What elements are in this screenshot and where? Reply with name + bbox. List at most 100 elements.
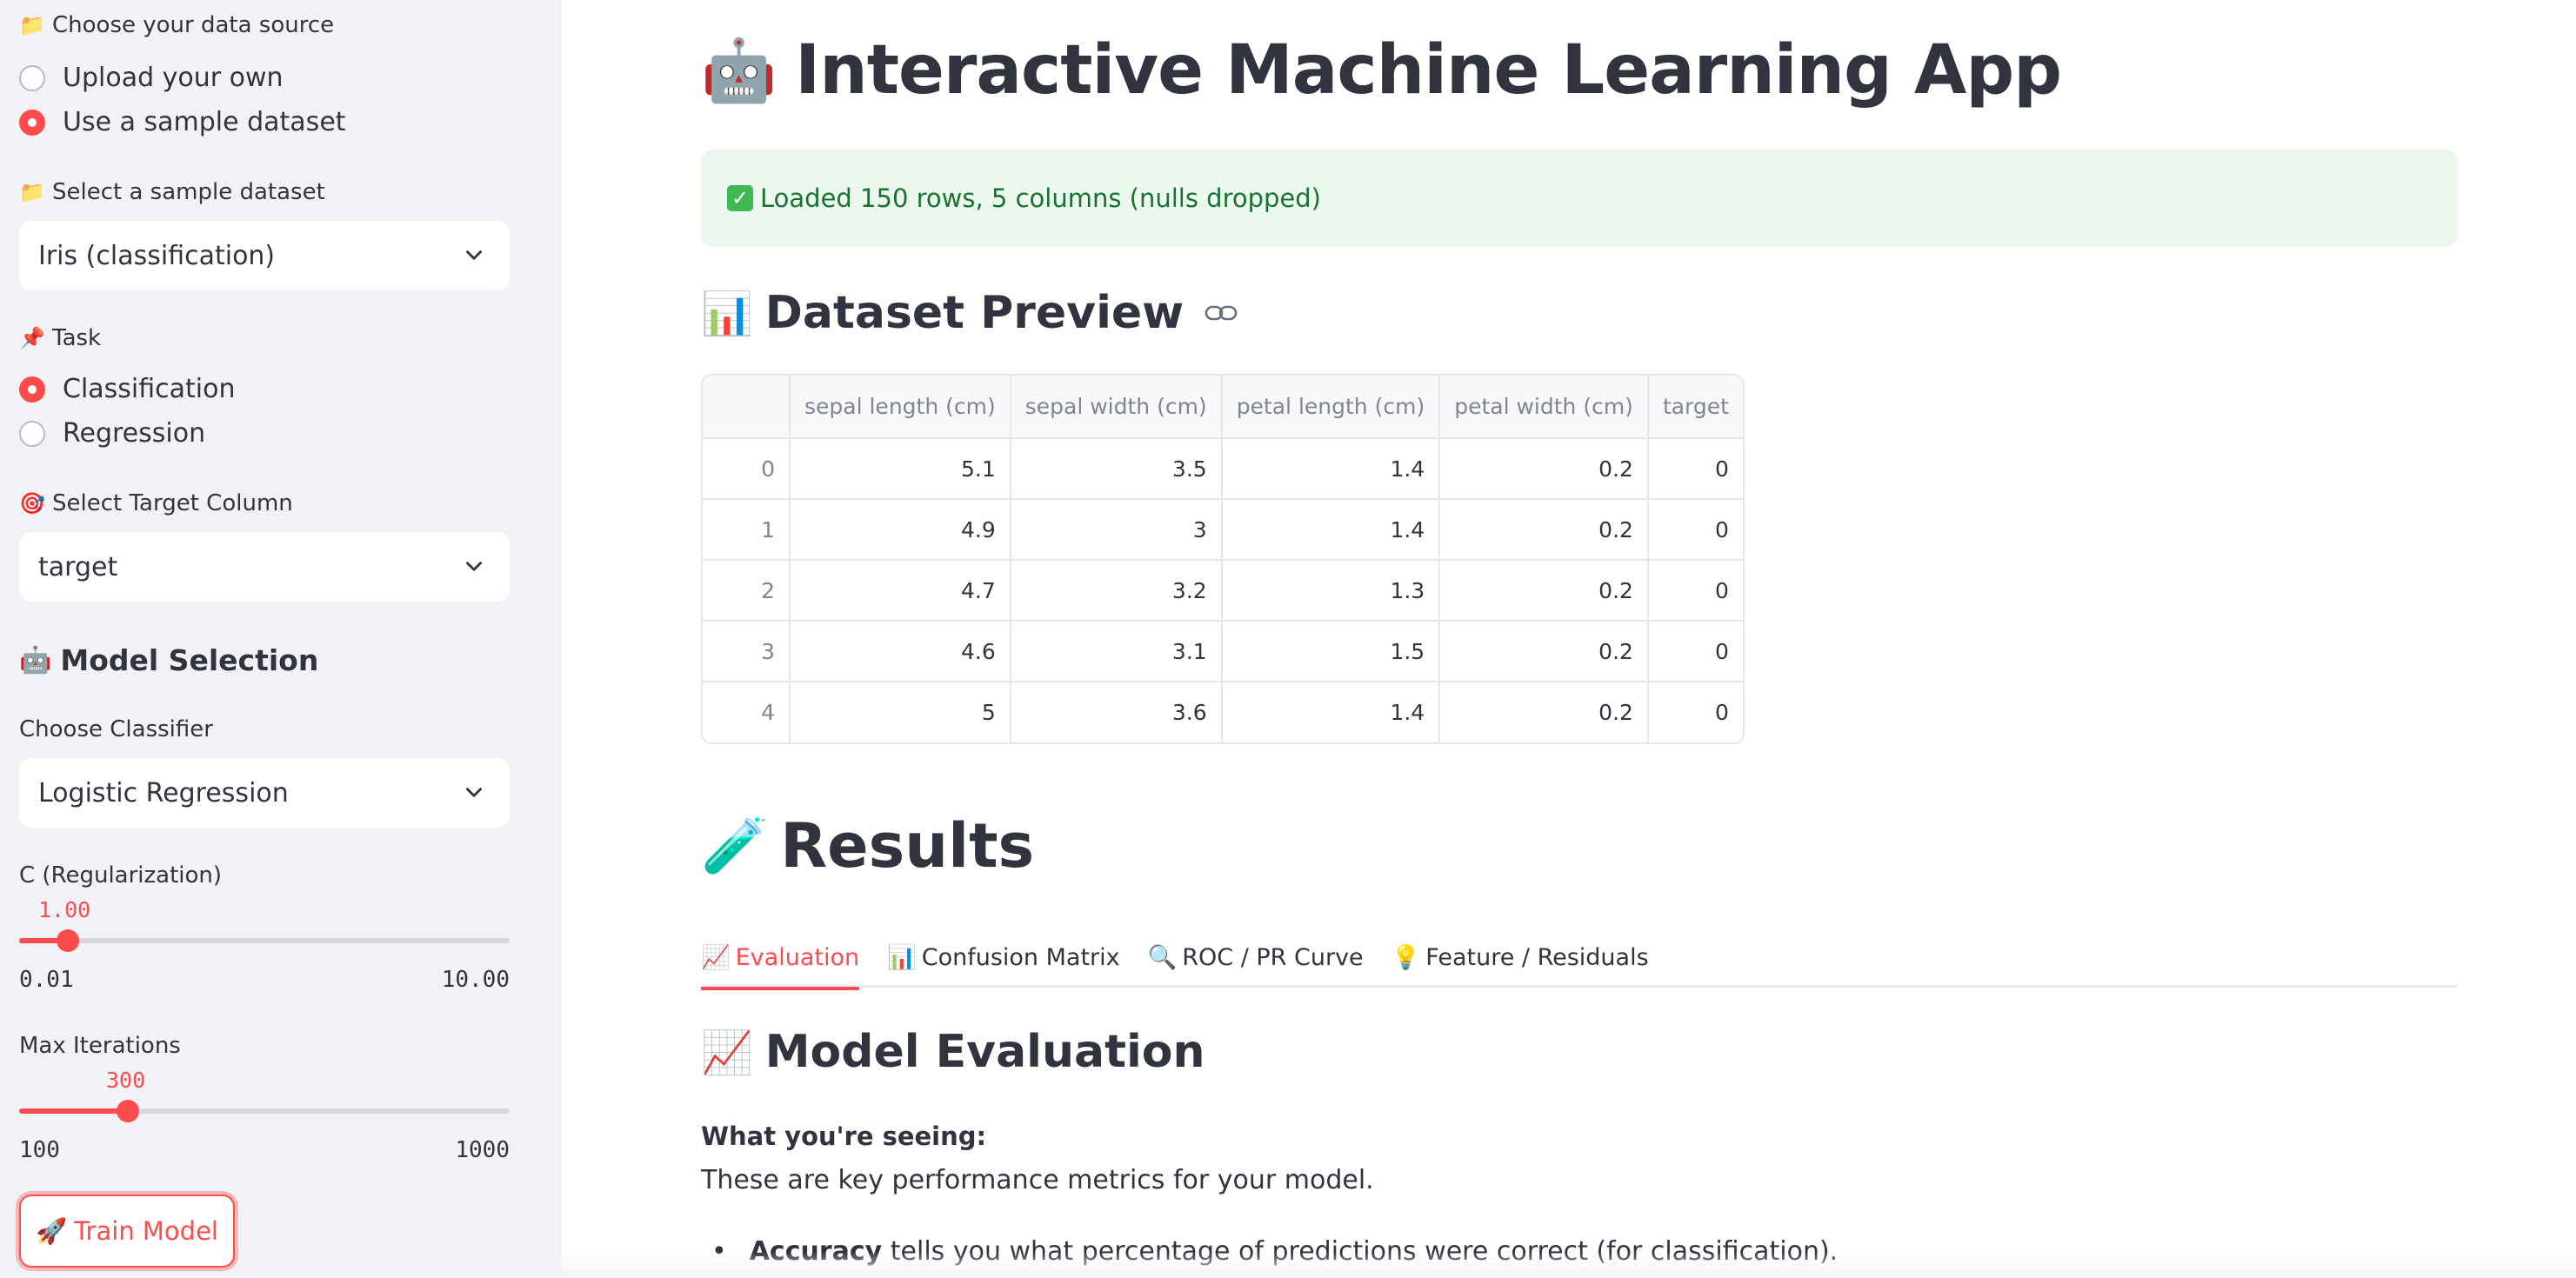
- c-slider-value: 1.00: [38, 897, 91, 922]
- chevron-down-icon: [466, 250, 482, 260]
- results-tabs: 📈 Evaluation 📊 Confusion Matrix 🔍 ROC / …: [701, 927, 2458, 990]
- dataset-preview-heading: 📊 Dataset Preview: [701, 287, 1238, 339]
- data-source-label: 📁 Choose your data source: [19, 12, 335, 38]
- table-cell[interactable]: 3: [1010, 499, 1223, 561]
- tab-evaluation[interactable]: 📈 Evaluation: [701, 927, 860, 990]
- table-row: 2 4.7 3.2 1.3 0.2 0: [703, 560, 1743, 622]
- results-heading: 🧪 Results: [701, 810, 1035, 882]
- table-cell[interactable]: 1.4: [1221, 682, 1441, 742]
- sample-dataset-select[interactable]: Iris (classification): [19, 221, 510, 290]
- c-slider-min: 0.01: [19, 967, 74, 993]
- train-model-button[interactable]: 🚀 Train Model: [19, 1195, 235, 1268]
- table-cell[interactable]: 3.6: [1010, 682, 1223, 742]
- magnifier-icon: 🔍: [1147, 944, 1178, 971]
- radio-button-selected[interactable]: [19, 109, 45, 136]
- chevron-down-icon: [466, 562, 482, 571]
- table-cell[interactable]: 0: [1647, 438, 1743, 500]
- tab-confusion-matrix[interactable]: 📊 Confusion Matrix: [887, 927, 1120, 988]
- lightbulb-icon: 💡: [1391, 944, 1421, 971]
- bar-chart-icon: 📊: [887, 944, 917, 971]
- table-cell[interactable]: 1.4: [1221, 499, 1441, 561]
- radio-upload-your-own[interactable]: Upload your own: [19, 63, 284, 93]
- chart-up-icon: 📈: [701, 1028, 753, 1077]
- c-slider-max: 10.00: [441, 967, 510, 993]
- table-row: 3 4.6 3.1 1.5 0.2 0: [703, 621, 1743, 682]
- chevron-down-icon: [466, 788, 482, 797]
- robot-icon: 🤖: [19, 645, 52, 676]
- page-title: 🤖 Interactive Machine Learning App: [701, 31, 2062, 110]
- radio-button[interactable]: [19, 420, 45, 447]
- c-slider-track[interactable]: [19, 929, 510, 952]
- table-cell[interactable]: 0.2: [1439, 682, 1649, 742]
- table-cell[interactable]: 0.2: [1439, 560, 1649, 622]
- table-cell[interactable]: 0: [1648, 682, 1743, 742]
- test-tube-icon: 🧪: [701, 814, 769, 877]
- table-cell[interactable]: 4.7: [790, 560, 1011, 622]
- table-cell[interactable]: 0: [1647, 499, 1743, 561]
- c-regularization-label: C (Regularization): [19, 862, 223, 889]
- tab-roc-pr-curve[interactable]: 🔍 ROC / PR Curve: [1148, 927, 1364, 988]
- success-alert: ✓ Loaded 150 rows, 5 columns (nulls drop…: [701, 150, 2458, 247]
- radio-use-sample-dataset[interactable]: Use a sample dataset: [19, 107, 346, 137]
- task-label: 📌 Task: [19, 325, 102, 351]
- pushpin-icon: 📌: [19, 326, 45, 350]
- target-column-select[interactable]: target: [19, 532, 510, 602]
- table-cell[interactable]: 0: [1647, 621, 1743, 682]
- robot-icon: 🤖: [701, 34, 777, 106]
- row-index: 1: [703, 499, 791, 561]
- table-cell[interactable]: 0.2: [1439, 499, 1649, 561]
- iter-slider-fill: [19, 1108, 129, 1114]
- seeing-label: What you're seeing:: [701, 1122, 987, 1151]
- column-header[interactable]: sepal width (cm): [1010, 376, 1223, 439]
- dataset-preview-table[interactable]: sepal length (cm) sepal width (cm) petal…: [701, 374, 1745, 744]
- table-row: 1 4.9 3 1.4 0.2 0: [703, 499, 1743, 561]
- iter-slider-track[interactable]: [19, 1100, 510, 1122]
- table-cell[interactable]: 1.5: [1221, 621, 1441, 682]
- column-header[interactable]: target: [1647, 376, 1743, 439]
- table-cell[interactable]: 3.2: [1010, 560, 1223, 622]
- column-header-index[interactable]: [703, 376, 791, 439]
- radio-classification[interactable]: Classification: [19, 374, 236, 404]
- table-cell[interactable]: 0.2: [1439, 621, 1649, 682]
- table-cell[interactable]: 3.5: [1010, 438, 1223, 500]
- tab-feature-residuals[interactable]: 💡 Feature / Residuals: [1391, 927, 1649, 988]
- link-icon[interactable]: [1205, 303, 1238, 323]
- table-cell[interactable]: 4.6: [790, 621, 1011, 682]
- iter-slider-max: 1000: [455, 1137, 510, 1163]
- chart-up-icon: 📈: [701, 944, 731, 971]
- classifier-label: Choose Classifier: [19, 716, 213, 742]
- max-iterations-label: Max Iterations: [19, 1033, 181, 1059]
- table-cell[interactable]: 4.9: [790, 499, 1011, 561]
- iter-slider-thumb[interactable]: [117, 1100, 140, 1122]
- table-cell[interactable]: 5: [790, 682, 1011, 742]
- table-cell[interactable]: 1.4: [1221, 438, 1441, 500]
- table-cell[interactable]: 1.3: [1221, 560, 1441, 622]
- row-index: 3: [703, 621, 791, 682]
- table-cell[interactable]: 0: [1647, 560, 1743, 622]
- table-cell[interactable]: 0.2: [1439, 438, 1649, 500]
- column-header[interactable]: petal width (cm): [1439, 376, 1649, 439]
- radio-regression[interactable]: Regression: [19, 418, 205, 449]
- folder-icon: 📁: [19, 180, 45, 204]
- table-row: 0 5.1 3.5 1.4 0.2 0: [703, 438, 1743, 500]
- bottom-fade: [562, 1252, 2576, 1278]
- column-header[interactable]: petal length (cm): [1221, 376, 1441, 439]
- table-cell[interactable]: 5.1: [790, 438, 1011, 500]
- table-cell[interactable]: 3.1: [1010, 621, 1223, 682]
- radio-button-selected[interactable]: [19, 376, 45, 403]
- sample-dataset-label: 📁 Select a sample dataset: [19, 179, 325, 205]
- model-evaluation-heading: 📈 Model Evaluation: [701, 1026, 1205, 1078]
- row-index: 4: [703, 682, 791, 742]
- row-index: 0: [703, 438, 791, 500]
- iter-slider-value: 300: [106, 1068, 146, 1093]
- c-slider-thumb[interactable]: [57, 929, 80, 952]
- table-row: 4 5 3.6 1.4 0.2 0: [703, 682, 1743, 742]
- iter-slider-range: 100 1000: [19, 1137, 510, 1163]
- sidebar: 📁 Choose your data source Upload your ow…: [0, 0, 562, 1278]
- column-header[interactable]: sepal length (cm): [790, 376, 1011, 439]
- c-slider-range: 0.01 10.00: [19, 967, 510, 993]
- classifier-select[interactable]: Logistic Regression: [19, 758, 510, 828]
- folder-icon: 📁: [19, 13, 45, 37]
- radio-button[interactable]: [19, 64, 45, 91]
- iter-slider-min: 100: [19, 1137, 60, 1163]
